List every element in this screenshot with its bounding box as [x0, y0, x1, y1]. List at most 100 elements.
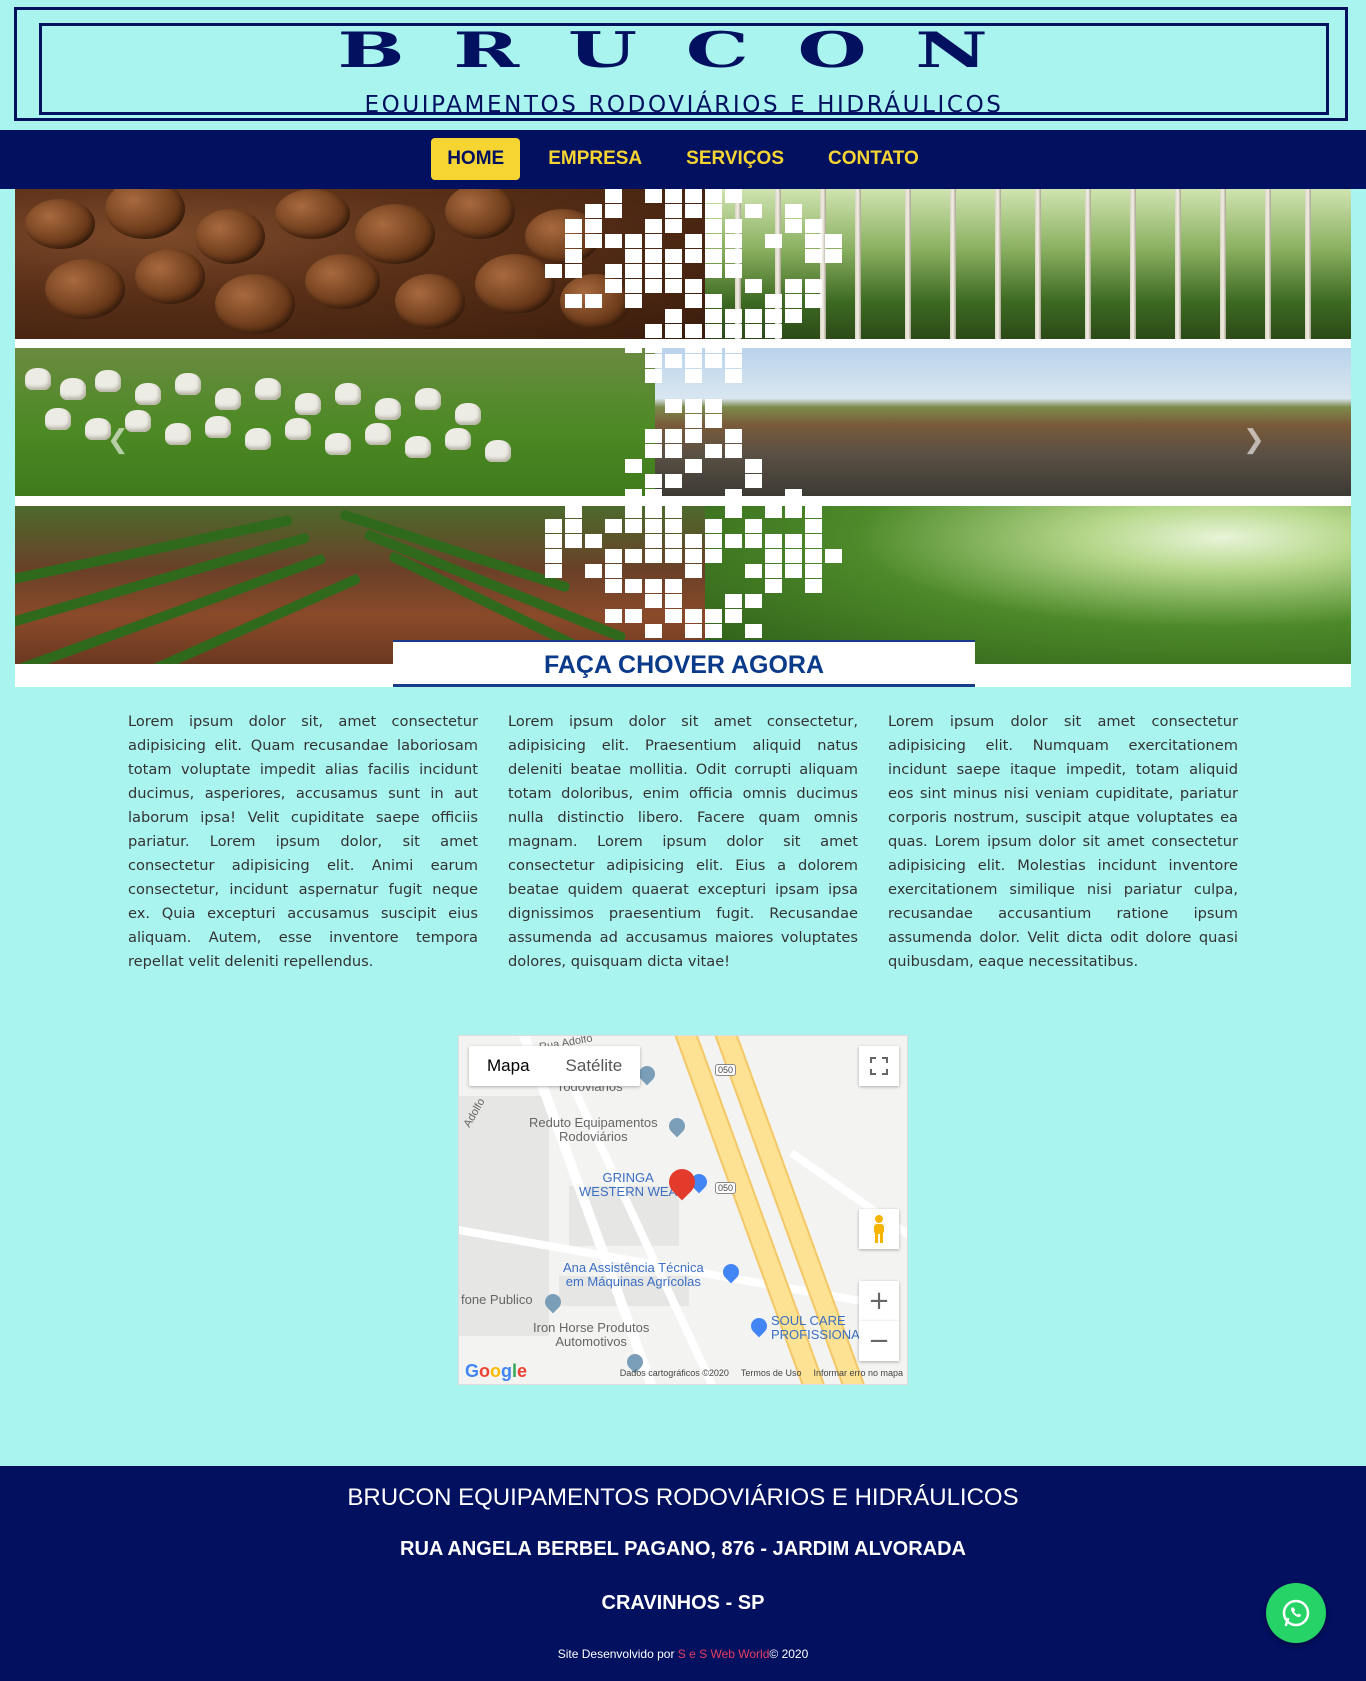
mosaic-square	[805, 549, 822, 563]
mosaic-square	[665, 264, 682, 278]
highway-shield-top: 050	[715, 1064, 737, 1076]
nav-items: HOME EMPRESA SERVIÇOS CONTATO	[0, 138, 1366, 180]
mosaic-square	[645, 324, 662, 338]
mosaic-square	[625, 339, 642, 353]
mosaic-square	[725, 189, 742, 203]
mosaic-square	[585, 294, 602, 308]
mosaic-square	[625, 579, 642, 593]
zoom-in-button[interactable]: +	[859, 1281, 899, 1321]
mosaic-square	[645, 579, 662, 593]
mosaic-square	[665, 579, 682, 593]
mosaic-square	[645, 489, 662, 503]
nav-servicos[interactable]: SERVIÇOS	[670, 138, 800, 180]
mosaic-square	[725, 234, 742, 248]
credit-brand-link[interactable]: S e S Web World	[678, 1647, 770, 1661]
mosaic-square	[745, 204, 762, 218]
mosaic-square	[765, 564, 782, 578]
mosaic-square	[725, 324, 742, 338]
mosaic-square	[785, 309, 802, 323]
mosaic-square	[685, 339, 702, 353]
mosaic-square	[785, 534, 802, 548]
credit-prefix: Site Desenvolvido por	[557, 1647, 675, 1661]
mosaic-square	[645, 339, 662, 353]
mosaic-square	[565, 534, 582, 548]
footer-city: CRAVINHOS - SP	[601, 1592, 765, 1614]
mosaic-square	[565, 234, 582, 248]
mosaic-square	[645, 354, 662, 368]
fullscreen-icon[interactable]	[859, 1046, 899, 1086]
mosaic-square	[745, 279, 762, 293]
poi-reduto[interactable]: Reduto Equipamentos Rodoviários	[529, 1116, 658, 1144]
mosaic-square	[765, 549, 782, 563]
mosaic-square	[665, 354, 682, 368]
mosaic-square	[805, 564, 822, 578]
mosaic-square	[665, 504, 682, 518]
map-type-mapa[interactable]: Mapa	[469, 1046, 548, 1086]
mosaic-square	[665, 219, 682, 233]
nav-home[interactable]: HOME	[431, 138, 521, 180]
mosaic-square	[665, 609, 682, 623]
google-map[interactable]: 050 050 Rua Adolfo Adolfo rodoviarios Re…	[458, 1035, 908, 1385]
map-terms-link[interactable]: Termos de Uso	[741, 1368, 802, 1378]
mosaic-square	[665, 309, 682, 323]
intro-columns: Lorem ipsum dolor sit, amet consectetur …	[128, 710, 1238, 974]
mosaic-square	[705, 219, 722, 233]
mosaic-square	[605, 519, 622, 533]
slogan-text: FAÇA CHOVER AGORA	[543, 651, 825, 679]
whatsapp-icon[interactable]	[1266, 1583, 1326, 1643]
poi-iron-horse[interactable]: Iron Horse Produtos Automotivos	[533, 1321, 649, 1349]
mosaic-square	[685, 354, 702, 368]
site-logo[interactable]: BRUCON EQUIPAMENTOS RODOVIÁRIOS E HIDRÁU…	[14, 7, 1348, 121]
mosaic-square	[685, 459, 702, 473]
poi-ana[interactable]: Ana Assistência Técnica em Máquinas Agrí…	[563, 1261, 704, 1289]
mosaic-square	[765, 504, 782, 518]
mosaic-square	[545, 519, 562, 533]
mosaic-square	[645, 264, 662, 278]
map-report-link[interactable]: Informar erro no mapa	[813, 1368, 903, 1378]
mosaic-square	[745, 519, 762, 533]
carousel-next-icon[interactable]: ❯	[1243, 425, 1265, 455]
mosaic-square	[545, 534, 562, 548]
mosaic-square	[645, 279, 662, 293]
mosaic-square	[745, 474, 762, 488]
logo-frame: BRUCON EQUIPAMENTOS RODOVIÁRIOS E HIDRÁU…	[39, 22, 1329, 118]
mosaic-square	[565, 504, 582, 518]
mosaic-square	[765, 294, 782, 308]
nav-empresa[interactable]: EMPRESA	[532, 138, 658, 180]
mosaic-square	[745, 594, 762, 608]
mosaic-square	[665, 324, 682, 338]
mosaic-square	[725, 369, 742, 383]
mosaic-square	[705, 399, 722, 413]
mosaic-square	[725, 354, 742, 368]
mosaic-square	[705, 234, 722, 248]
mosaic-square	[685, 414, 702, 428]
mosaic-square	[745, 324, 762, 338]
mosaic-square	[685, 534, 702, 548]
carousel-prev-icon[interactable]: ❮	[107, 425, 129, 455]
mosaic-square	[765, 579, 782, 593]
mosaic-square	[705, 189, 722, 203]
poi-gringa[interactable]: GRINGA WESTERN WEA	[579, 1171, 677, 1199]
mosaic-square	[585, 204, 602, 218]
poi-fone[interactable]: fone Publico	[461, 1293, 533, 1307]
mosaic-square	[745, 624, 762, 638]
poi-soul-care[interactable]: SOUL CARE PROFISSIONA	[771, 1314, 860, 1342]
mosaic-square	[805, 279, 822, 293]
mosaic-square	[645, 519, 662, 533]
mosaic-square	[625, 234, 642, 248]
mosaic-square	[605, 579, 622, 593]
mosaic-square	[685, 249, 702, 263]
mosaic-square	[645, 444, 662, 458]
pegman-icon[interactable]	[859, 1209, 899, 1249]
mosaic-square	[725, 264, 742, 278]
mosaic-square	[605, 234, 622, 248]
mosaic-square	[665, 249, 682, 263]
mosaic-square	[625, 489, 642, 503]
map-type-satelite[interactable]: Satélite	[548, 1046, 641, 1086]
mosaic-square	[645, 594, 662, 608]
pixel-mosaic-overlay	[15, 189, 1351, 687]
mosaic-square	[805, 519, 822, 533]
mosaic-square	[705, 549, 722, 563]
nav-contato[interactable]: CONTATO	[812, 138, 935, 180]
zoom-out-button[interactable]: −	[859, 1321, 899, 1361]
